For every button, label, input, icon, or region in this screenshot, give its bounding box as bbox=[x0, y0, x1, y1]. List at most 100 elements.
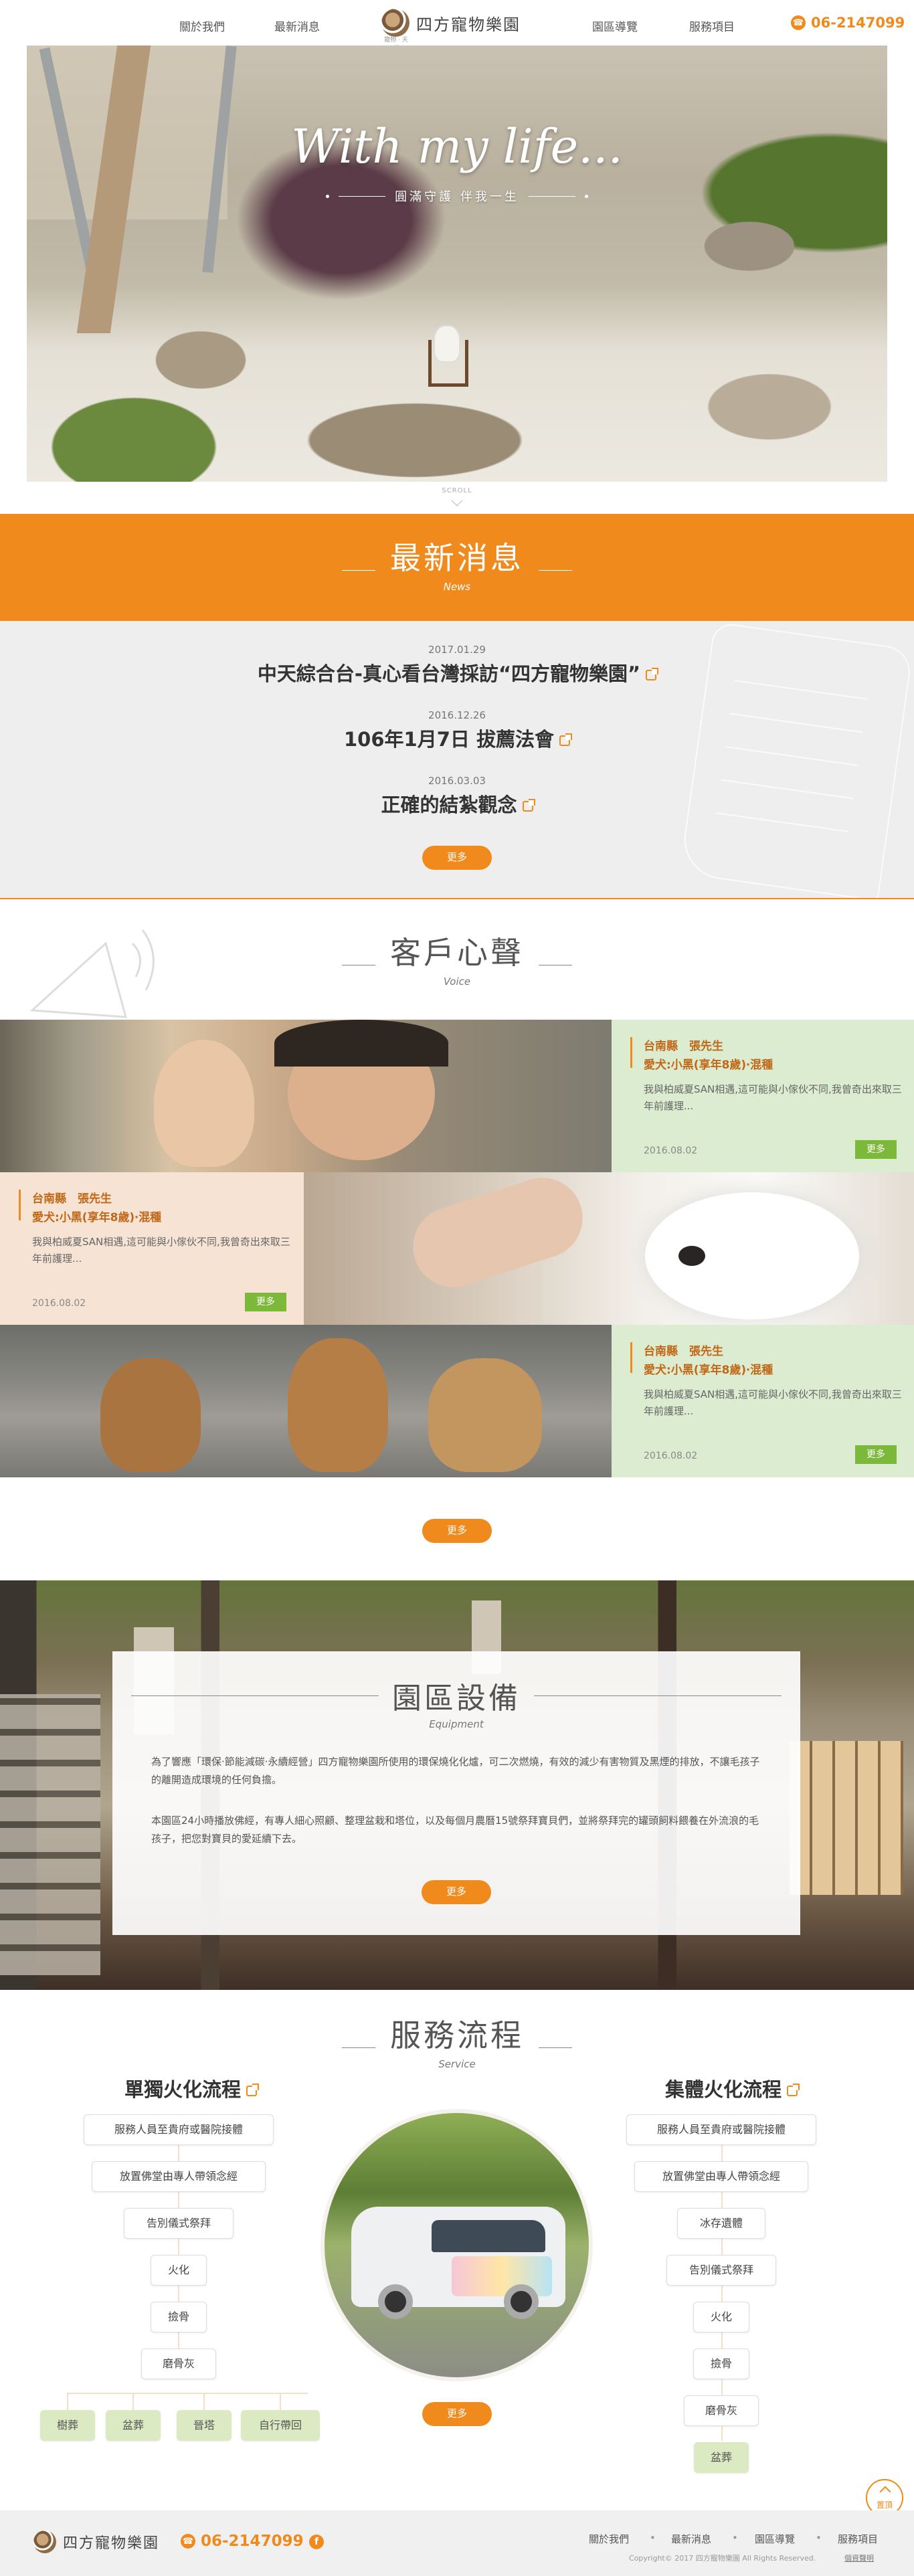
group-step: 撿骨 bbox=[693, 2349, 749, 2379]
header-phone[interactable]: ☎ 06-2147099 bbox=[791, 15, 905, 31]
hero-dog-statue bbox=[435, 327, 459, 361]
hero-subtitle-row: 圓滿守護 伴我一生 bbox=[27, 187, 887, 205]
voice-excerpt: 我與柏威夏SAN相遇,這可能與小傢伙不同,我曾奇出來取三年前護理... bbox=[644, 1388, 902, 1417]
news-item-title[interactable]: 正確的結紮觀念 bbox=[0, 790, 914, 818]
external-link-icon bbox=[787, 2084, 800, 2096]
nav-news[interactable]: 最新消息 bbox=[274, 17, 320, 34]
site-logo[interactable]: 四方寵物樂園 bbox=[381, 7, 521, 39]
equipment-card: 園區設備 Equipment 為了響應「環保‧節能減碳‧永續經營」四方寵物樂園所… bbox=[112, 1651, 800, 1935]
voice-title: 客戶心聲 bbox=[342, 929, 572, 973]
news-item-title-text[interactable]: 中天綜合台-真心看台灣採訪“四方寵物樂園” bbox=[258, 662, 640, 685]
hero-banner: With my life... 圓滿守護 伴我一生 bbox=[27, 45, 887, 482]
single-flow-title-text[interactable]: 單獨火化流程 bbox=[124, 2078, 241, 2101]
privacy-link[interactable]: 個資聲明 bbox=[844, 2553, 874, 2563]
single-step: 火化 bbox=[151, 2255, 207, 2286]
news-date: 2017.01.29 bbox=[428, 644, 486, 656]
group-option: 盆葬 bbox=[694, 2442, 749, 2473]
voice-card-text: 台南縣 張先生 愛犬:小黑(享年8歲)‧混種 我與柏威夏SAN相遇,這可能與小傢… bbox=[612, 1020, 914, 1172]
voice-pet: 愛犬:小黑(享年8歲)‧混種 bbox=[644, 1059, 773, 1072]
news-item-title-text[interactable]: 正確的結紮觀念 bbox=[381, 794, 517, 816]
facebook-icon[interactable]: f bbox=[309, 2535, 324, 2549]
news-item-title-text[interactable]: 106年1月7日 拔薦法會 bbox=[344, 728, 554, 751]
phone-icon: ☎ bbox=[181, 2534, 195, 2549]
single-flow-title[interactable]: 單獨火化流程 bbox=[110, 2074, 271, 2102]
flow-connector bbox=[67, 2393, 308, 2394]
news-item-title[interactable]: 106年1月7日 拔薦法會 bbox=[0, 724, 914, 752]
external-link-icon bbox=[522, 799, 535, 812]
service-van-photo bbox=[325, 2113, 589, 2377]
news-list: 2017.01.29 中天綜合台-真心看台灣採訪“四方寵物樂園” 2016.12… bbox=[0, 621, 914, 899]
footer-nav-separator: • bbox=[816, 2532, 822, 2544]
equipment-urn-niches bbox=[790, 1741, 903, 1895]
scroll-label[interactable]: SCROLL bbox=[0, 487, 914, 494]
single-option: 盆葬 bbox=[106, 2410, 161, 2441]
footer-nav-about[interactable]: 關於我們 bbox=[589, 2532, 629, 2546]
footer-logo[interactable]: 四方寵物樂園 bbox=[33, 2531, 159, 2553]
news-subtitle: News bbox=[443, 581, 471, 593]
voice-date: 2016.08.02 bbox=[644, 1451, 698, 1461]
single-step: 服務人員至貴府或醫院接體 bbox=[84, 2114, 274, 2145]
voice-excerpt: 我與柏威夏SAN相遇,這可能與小傢伙不同,我曾奇出來取三年前護理... bbox=[32, 1236, 290, 1265]
footer-nav-tour[interactable]: 園區導覽 bbox=[755, 2532, 795, 2546]
voice-photo-puppies bbox=[0, 1325, 612, 1477]
equipment-more-button[interactable]: 更多 bbox=[422, 1880, 491, 1904]
news-date: 2016.03.03 bbox=[428, 775, 486, 787]
equipment-paragraph-2: 本園區24小時播放佛經，有專人細心照顧、整理盆栽和塔位，以及每個月農曆15號祭拜… bbox=[151, 1815, 759, 1845]
news-item[interactable]: 2016.12.26 106年1月7日 拔薦法會 bbox=[0, 709, 914, 752]
group-flow-title-text[interactable]: 集體火化流程 bbox=[665, 2078, 782, 2101]
footer-nav-separator: • bbox=[732, 2532, 738, 2544]
voice-card-text: 台南縣 張先生 愛犬:小黑(享年8歲)‧混種 我與柏威夏SAN相遇,這可能與小傢… bbox=[0, 1172, 304, 1325]
group-flow-title[interactable]: 集體火化流程 bbox=[651, 2074, 812, 2102]
voice-card: 台南縣 張先生 愛犬:小黑(享年8歲)‧混種 我與柏威夏SAN相遇,這可能與小傢… bbox=[0, 1172, 914, 1325]
voice-more-button[interactable]: 更多 bbox=[855, 1445, 897, 1464]
nav-services[interactable]: 服務項目 bbox=[689, 17, 735, 34]
equipment-subtitle: Equipment bbox=[429, 1718, 484, 1730]
voice-photo-mother-child bbox=[0, 1020, 612, 1172]
voice-more-all-button[interactable]: 更多 bbox=[422, 1519, 492, 1543]
single-option: 自行帶回 bbox=[241, 2410, 320, 2441]
single-step: 撿骨 bbox=[151, 2302, 207, 2332]
voice-more-button[interactable]: 更多 bbox=[245, 1293, 286, 1311]
service-subtitle: Service bbox=[438, 2058, 476, 2070]
logo-mark-icon bbox=[381, 9, 409, 37]
service-more-button[interactable]: 更多 bbox=[422, 2402, 492, 2426]
back-to-top-label: 置頂 bbox=[876, 2500, 893, 2510]
external-link-icon bbox=[559, 733, 572, 746]
footer-phone-number: 06-2147099 bbox=[201, 2533, 304, 2550]
external-link-icon bbox=[246, 2084, 259, 2096]
single-step: 磨骨灰 bbox=[141, 2349, 216, 2379]
nav-park-tour[interactable]: 園區導覽 bbox=[592, 17, 638, 34]
scroll-down-icon[interactable] bbox=[451, 494, 463, 507]
voice-pet: 愛犬:小黑(享年8歲)‧混種 bbox=[32, 1211, 162, 1224]
news-more-button[interactable]: 更多 bbox=[422, 846, 492, 870]
equipment-section: 園區設備 Equipment 為了響應「環保‧節能減碳‧永續經營」四方寵物樂園所… bbox=[0, 1580, 914, 1990]
site-header: 關於我們 最新消息 四方寵物樂園 寵物 · 天堂 園區導覽 服務項目 ☎ 06-… bbox=[0, 0, 914, 52]
footer-nav-services[interactable]: 服務項目 bbox=[838, 2532, 878, 2546]
voice-heading: 客戶心聲 Voice bbox=[0, 929, 914, 988]
voice-excerpt: 我與柏威夏SAN相遇,這可能與小傢伙不同,我曾奇出來取三年前護理... bbox=[644, 1083, 902, 1112]
voice-date: 2016.08.02 bbox=[32, 1298, 86, 1309]
hero-subtitle: 圓滿守護 伴我一生 bbox=[395, 190, 519, 204]
voice-more-button[interactable]: 更多 bbox=[855, 1140, 897, 1159]
external-link-icon bbox=[646, 668, 659, 680]
mother-hair bbox=[274, 1020, 448, 1067]
group-step: 磨骨灰 bbox=[684, 2395, 759, 2426]
service-heading: 服務流程 Service bbox=[0, 2011, 914, 2070]
puppy-3 bbox=[428, 1358, 542, 1472]
flow-connector bbox=[132, 2393, 134, 2411]
news-item[interactable]: 2017.01.29 中天綜合台-真心看台灣採訪“四方寵物樂園” bbox=[0, 644, 914, 686]
news-item-title[interactable]: 中天綜合台-真心看台灣採訪“四方寵物樂園” bbox=[0, 658, 914, 686]
hero-line bbox=[528, 195, 575, 197]
news-item[interactable]: 2016.03.03 正確的結紮觀念 bbox=[0, 775, 914, 818]
puppy-2 bbox=[288, 1338, 388, 1472]
flow-connector bbox=[203, 2393, 205, 2411]
footer-phone[interactable]: ☎ 06-2147099 bbox=[181, 2533, 304, 2550]
header-phone-number: 06-2147099 bbox=[811, 15, 905, 31]
footer-nav-news[interactable]: 最新消息 bbox=[671, 2532, 711, 2546]
voice-card-text: 台南縣 張先生 愛犬:小黑(享年8歲)‧混種 我與柏威夏SAN相遇,這可能與小傢… bbox=[612, 1325, 914, 1477]
van-wheel bbox=[504, 2284, 539, 2319]
flow-connector bbox=[280, 2393, 281, 2411]
van-decal bbox=[452, 2256, 552, 2296]
nav-about[interactable]: 關於我們 bbox=[179, 17, 225, 34]
news-date: 2016.12.26 bbox=[428, 709, 486, 721]
